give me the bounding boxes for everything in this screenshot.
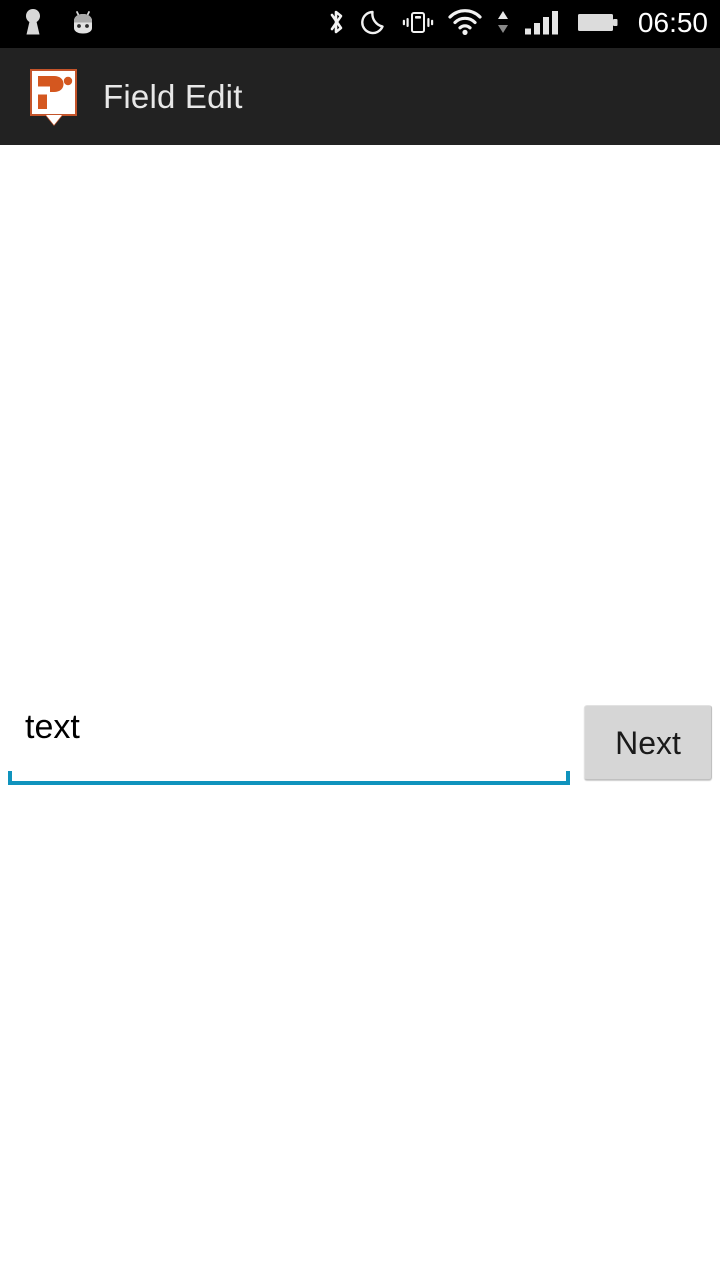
status-bar-left-icons [0, 0, 98, 48]
vpn-keyhole-icon [22, 7, 44, 42]
status-bar-clock: 06:50 [637, 7, 708, 38]
bluetooth-icon [324, 6, 348, 43]
wifi-icon [447, 6, 483, 43]
vibrate-icon [402, 6, 434, 43]
app-logo-glyph [38, 75, 73, 109]
field-edit-row: text Next [0, 675, 720, 785]
battery-icon [576, 6, 620, 43]
app-logo-icon [30, 68, 77, 126]
text-input-underline [8, 771, 570, 785]
page-title: Field Edit [103, 77, 243, 115]
text-input-field[interactable]: text [8, 703, 570, 785]
data-transfer-arrows-icon [496, 6, 510, 43]
status-bar-right-icons: 06:50 [324, 0, 720, 48]
do-not-disturb-moon-icon [361, 6, 389, 43]
text-input-value: text [25, 708, 80, 746]
cellular-signal-icon [523, 6, 563, 43]
android-head-icon [68, 7, 98, 42]
status-bar[interactable]: 06:50 [0, 0, 720, 48]
main-content: text Next [0, 145, 720, 1280]
next-button-label: Next [615, 724, 681, 761]
next-button[interactable]: Next [584, 705, 712, 780]
action-bar: Field Edit [0, 48, 720, 145]
phone-screen: 06:50 Field Edit text Next [0, 0, 720, 1280]
app-logo-pointer [46, 114, 62, 125]
